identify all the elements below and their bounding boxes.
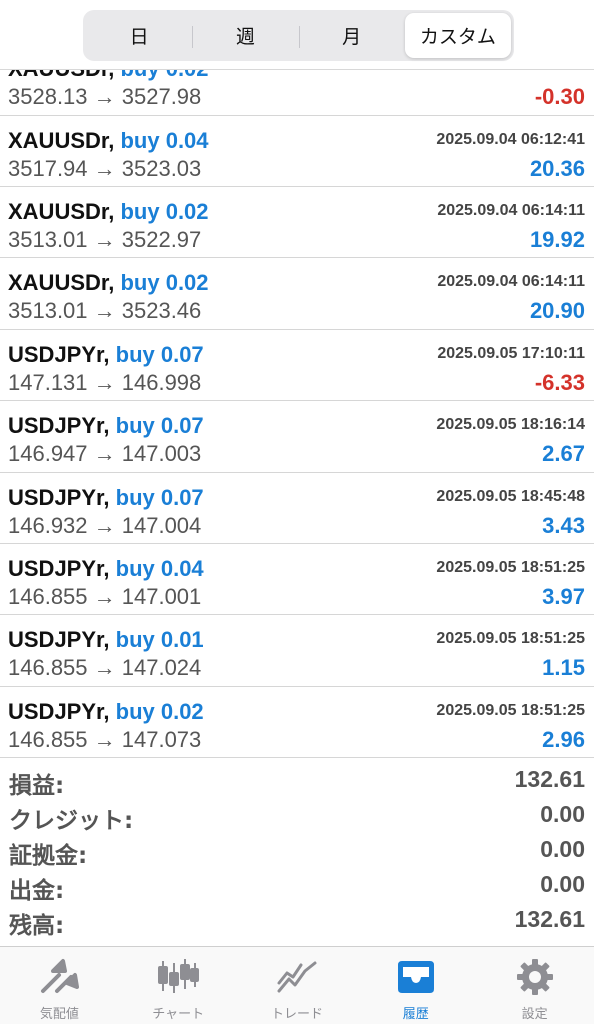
summary-row-balance: 残高: 132.61 (0, 902, 594, 939)
summary-value: 132.61 (514, 906, 585, 932)
settings-icon (516, 959, 553, 995)
bottom-tab-bar: 気配値 チャート トレード 履歴 設定 (0, 946, 594, 1024)
deal-profit: -6.33 (534, 369, 585, 395)
deal-symbol: USDJPYr, (8, 627, 110, 653)
summary-label: 出金: (9, 878, 65, 904)
deal-profit: 20.36 (529, 155, 585, 181)
deal-profit: 2.96 (542, 726, 585, 752)
deal-type-volume: buy 0.01 (115, 627, 204, 653)
summary-row-credit: クレジット: 0.00 (0, 797, 594, 834)
deal-type-volume: buy 0.07 (115, 341, 204, 367)
deal-prices: 146.855 → 147.073 (8, 726, 202, 752)
deal-row[interactable]: XAUUSDr, buy 0.02 2025.09.04 06:14:11 35… (0, 187, 594, 259)
deal-time: 2025.09.04 06:14:11 (437, 201, 585, 219)
summary-value: 0.00 (540, 871, 585, 897)
deal-symbol: USDJPYr, (8, 698, 110, 724)
deal-time: 2025.09.04 06:14:11 (437, 273, 585, 291)
deal-profit: 2.67 (542, 441, 585, 467)
deal-time: 2025.09.05 17:10:11 (437, 344, 585, 362)
deal-prices: 146.947 → 147.003 (8, 441, 202, 467)
segment-custom[interactable]: カスタム (404, 13, 511, 58)
tab-history[interactable]: 履歴 (356, 947, 475, 1024)
deal-row[interactable]: USDJPYr, buy 0.07 2025.09.05 18:16:14 14… (0, 401, 594, 473)
summary-label: 損益: (9, 773, 65, 799)
deal-profit: 3.97 (542, 583, 585, 609)
tab-label: チャート (152, 1007, 205, 1022)
deal-profit: 20.90 (529, 298, 585, 324)
segment-month[interactable]: 月 (298, 13, 405, 58)
deal-symbol: USDJPYr, (8, 341, 110, 367)
deal-symbol: XAUUSDr, (8, 127, 115, 153)
summary-row-deposit: 証拠金: 0.00 (0, 832, 594, 869)
deal-symbol: USDJPYr, (8, 555, 110, 581)
deal-row[interactable]: USDJPYr, buy 0.07 2025.09.05 17:10:11 14… (0, 330, 594, 402)
deal-row[interactable]: XAUUSDr, buy 0.04 2025.09.04 06:12:41 35… (0, 116, 594, 187)
history-icon (397, 961, 434, 993)
deal-profit: 19.92 (529, 226, 585, 252)
summary-label: クレジット: (9, 808, 134, 834)
deal-symbol: XAUUSDr, (8, 270, 115, 296)
deal-profit: 3.43 (542, 512, 585, 538)
period-header: 日 週 月 カスタム (0, 0, 594, 70)
deal-time: 2025.09.05 18:51:25 (436, 558, 585, 576)
deal-prices: 3513.01 → 3523.46 (8, 298, 202, 324)
period-segmented-control: 日 週 月 カスタム (83, 10, 514, 61)
deal-type-volume: buy 0.04 (115, 555, 204, 581)
deal-prices: 146.855 → 147.024 (8, 655, 202, 681)
deal-prices: 3517.94 → 3523.03 (8, 155, 202, 181)
deal-type-volume: buy 0.02 (115, 698, 204, 724)
deal-prices: 146.855 → 147.001 (8, 583, 202, 609)
tab-label: 設定 (521, 1007, 548, 1022)
deal-profit: 1.15 (542, 655, 585, 681)
deal-row[interactable]: USDJPYr, buy 0.01 2025.09.05 18:51:25 14… (0, 615, 594, 687)
segment-day[interactable]: 日 (86, 13, 192, 58)
deal-profit: -0.30 (534, 84, 585, 109)
tab-chart[interactable]: チャート (119, 947, 238, 1024)
trade-icon (277, 961, 317, 993)
deal-symbol: XAUUSDr, (8, 198, 115, 224)
deal-prices: 146.932 → 147.004 (8, 512, 202, 538)
deal-time: 2025.09.05 18:16:14 (436, 416, 585, 434)
tab-quotes[interactable]: 気配値 (0, 947, 119, 1024)
deal-symbol: USDJPYr, (8, 484, 110, 510)
deal-type-volume: buy 0.02 (120, 270, 209, 296)
deal-time: 2025.09.04 06:12:41 (436, 130, 585, 148)
summary-value: 0.00 (540, 801, 585, 827)
deal-type-volume: buy 0.02 (120, 198, 209, 224)
deal-prices: 147.131 → 146.998 (8, 369, 202, 395)
summary-label: 証拠金: (9, 843, 88, 869)
deal-type-volume: buy 0.04 (120, 127, 209, 153)
deal-symbol: USDJPYr, (8, 413, 110, 439)
deal-type-volume: buy 0.07 (115, 484, 204, 510)
summary-value: 132.61 (514, 766, 585, 792)
segment-week[interactable]: 週 (192, 13, 298, 58)
quotes-icon (41, 959, 80, 993)
deal-prices: 3513.01 → 3522.97 (8, 226, 202, 252)
deal-prices: 3528.13 → 3527.98 (8, 84, 202, 109)
summary-value: 0.00 (540, 836, 585, 862)
tab-trade[interactable]: トレード (238, 947, 357, 1024)
deal-list[interactable]: XAUUSDr, buy 0.02 3528.13 → 3527.98 -0.3… (0, 44, 594, 759)
summary-label: 残高: (9, 913, 65, 939)
deal-type-volume: buy 0.07 (115, 413, 204, 439)
summary-row-profit: 損益: 132.61 (0, 762, 594, 799)
tab-label: トレード (270, 1007, 323, 1022)
tab-label: 気配値 (39, 1007, 79, 1022)
deal-row[interactable]: USDJPYr, buy 0.07 2025.09.05 18:45:48 14… (0, 473, 594, 544)
account-summary: 損益: 132.61 クレジット: 0.00 証拠金: 0.00 出金: 0.0… (0, 762, 594, 939)
deal-row[interactable]: XAUUSDr, buy 0.02 2025.09.04 06:14:11 35… (0, 258, 594, 330)
tab-label: 履歴 (402, 1007, 429, 1022)
chart-icon (158, 959, 200, 993)
summary-row-withdrawal: 出金: 0.00 (0, 867, 594, 904)
deal-time: 2025.09.05 18:45:48 (436, 487, 585, 505)
tab-settings[interactable]: 設定 (475, 947, 594, 1024)
deal-time: 2025.09.05 18:51:25 (436, 701, 585, 719)
deal-row[interactable]: USDJPYr, buy 0.04 2025.09.05 18:51:25 14… (0, 544, 594, 616)
deal-time: 2025.09.05 18:51:25 (436, 630, 585, 648)
deal-row[interactable]: USDJPYr, buy 0.02 2025.09.05 18:51:25 14… (0, 687, 594, 759)
